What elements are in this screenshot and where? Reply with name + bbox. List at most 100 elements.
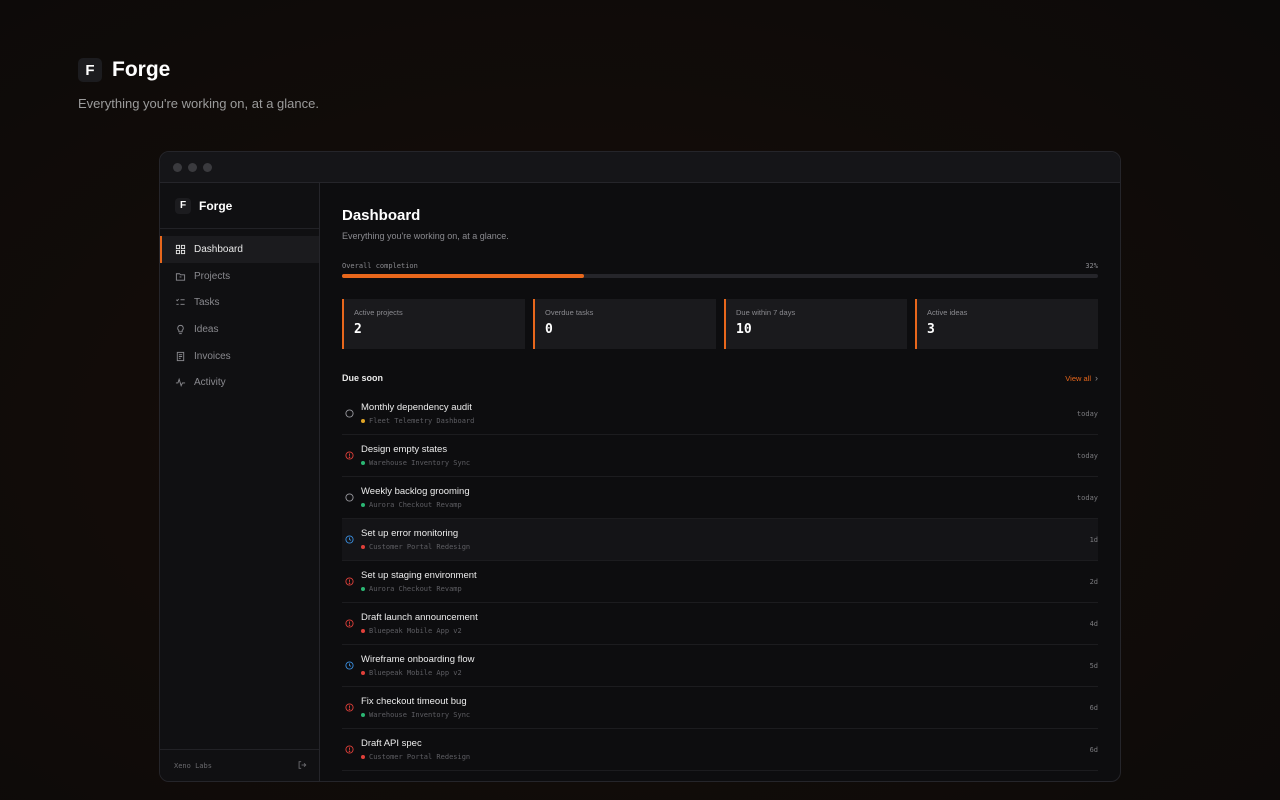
stat-value: 3 (927, 322, 935, 337)
task-body: Monthly dependency audit Fleet Telemetry … (361, 402, 1077, 425)
todo-circle-icon[interactable] (342, 491, 356, 505)
task-project-name: Bluepeak Mobile App v2 (369, 669, 462, 677)
task-project-name: Customer Portal Redesign (369, 753, 471, 761)
task-project-name: Customer Portal Redesign (369, 543, 471, 551)
task-name: Fix checkout timeout bug (361, 696, 467, 707)
alert-circle-icon[interactable] (342, 743, 356, 757)
stat-card[interactable]: Active ideas 3 (915, 299, 1098, 349)
task-due: 6d (1089, 703, 1098, 712)
sidebar-item-projects[interactable]: Projects (160, 263, 319, 290)
task-row[interactable]: Monthly dependency audit Fleet Telemetry … (342, 393, 1098, 435)
alert-circle-icon[interactable] (342, 449, 356, 463)
stat-card[interactable]: Overdue tasks 0 (533, 299, 716, 349)
clock-circle-icon[interactable] (342, 533, 356, 547)
stat-label: Due within 7 days (736, 308, 796, 317)
page-title: Dashboard (342, 207, 421, 224)
task-row[interactable]: Weekly backlog grooming Aurora Checkout R… (342, 477, 1098, 519)
task-due: 6d (1089, 745, 1098, 754)
logout-icon[interactable] (297, 757, 307, 775)
project-color-dot (361, 671, 365, 675)
sidebar-brand-name: Forge (199, 198, 233, 213)
sidebar-item-label: Ideas (194, 323, 219, 335)
due-soon-title: Due soon (342, 373, 384, 383)
page-subtitle: Everything you're working on, at a glanc… (342, 231, 509, 241)
sidebar-item-label: Dashboard (194, 243, 243, 255)
task-body: Design empty states Warehouse Inventory S… (361, 444, 1077, 467)
stat-value: 10 (736, 322, 752, 337)
task-row[interactable]: Wireframe onboarding flow Bluepeak Mobile… (342, 645, 1098, 687)
task-project-name: Aurora Checkout Revamp (369, 501, 462, 509)
hero-brand: F Forge (78, 58, 319, 82)
project-color-dot (361, 587, 365, 591)
task-project-name: Bluepeak Mobile App v2 (369, 627, 462, 635)
app-window: F Forge Dashboard Projects Tasks Ideas Invoi… (159, 151, 1121, 782)
checklist-icon (175, 297, 186, 308)
sidebar-item-invoices[interactable]: Invoices (160, 343, 319, 370)
stats-row: Active projects 2 Overdue tasks 0 Due within… (342, 299, 1098, 349)
task-project-name: Warehouse Inventory Sync (369, 459, 471, 467)
task-body: Fix checkout timeout bug Warehouse Invent… (361, 696, 1090, 719)
task-body: Weekly backlog grooming Aurora Checkout R… (361, 486, 1077, 509)
grid-icon (175, 244, 186, 255)
task-body: Draft API spec Customer Portal Redesign (361, 738, 1090, 761)
stat-card[interactable]: Due within 7 days 10 (724, 299, 907, 349)
task-project-name: Aurora Checkout Revamp (369, 585, 462, 593)
stat-label: Active projects (354, 308, 403, 317)
project-color-dot (361, 545, 365, 549)
clock-circle-icon[interactable] (342, 659, 356, 673)
task-row[interactable]: Fix checkout timeout bug Warehouse Invent… (342, 687, 1098, 729)
alert-circle-icon[interactable] (342, 701, 356, 715)
window-minimize-dot[interactable] (188, 162, 197, 172)
sidebar-item-activity[interactable]: Activity (160, 369, 319, 396)
task-due: 4d (1089, 619, 1098, 628)
task-project: Customer Portal Redesign (361, 753, 1090, 761)
sidebar-item-label: Projects (194, 270, 231, 282)
stat-label: Overdue tasks (545, 308, 594, 317)
task-body: Draft launch announcement Bluepeak Mobile… (361, 612, 1090, 635)
pulse-icon (175, 377, 186, 388)
project-color-dot (361, 629, 365, 633)
window-titlebar (160, 152, 1120, 183)
task-row[interactable]: Set up staging environment Aurora Checkou… (342, 561, 1098, 603)
task-name: Set up error monitoring (361, 528, 459, 539)
task-due: 1d (1089, 535, 1098, 544)
task-name: Design empty states (361, 444, 448, 455)
sidebar-item-dashboard[interactable]: Dashboard (160, 236, 319, 263)
alert-circle-icon[interactable] (342, 575, 356, 589)
task-row[interactable]: Draft API spec Customer Portal Redesign 6d (342, 729, 1098, 771)
stat-card[interactable]: Active projects 2 (342, 299, 525, 349)
window-maximize-dot[interactable] (203, 162, 212, 172)
progress-value: 32% (1085, 262, 1098, 270)
stat-value: 0 (545, 322, 553, 337)
task-project-name: Fleet Telemetry Dashboard (369, 417, 475, 425)
document-icon (175, 351, 186, 362)
task-row[interactable]: Draft launch announcement Bluepeak Mobile… (342, 603, 1098, 645)
view-all-link[interactable]: View all › (1065, 373, 1098, 383)
task-row[interactable]: Design empty states Warehouse Inventory S… (342, 435, 1098, 477)
lightbulb-icon (175, 324, 186, 335)
sidebar-nav: Dashboard Projects Tasks Ideas Invoices Activ… (160, 236, 319, 396)
sidebar: F Forge Dashboard Projects Tasks Ideas Invoi… (160, 183, 320, 781)
task-name: Draft launch announcement (361, 612, 478, 623)
project-color-dot (361, 461, 365, 465)
stat-value: 2 (354, 322, 362, 337)
task-project-name: Warehouse Inventory Sync (369, 711, 471, 719)
main-content: Dashboard Everything you're working on, … (320, 183, 1120, 781)
alert-circle-icon[interactable] (342, 617, 356, 631)
folder-icon (175, 271, 186, 282)
task-name: Monthly dependency audit (361, 402, 472, 413)
sidebar-item-label: Activity (194, 377, 226, 389)
todo-circle-icon[interactable] (342, 407, 356, 421)
forge-logo-icon: F (78, 58, 102, 82)
sidebar-item-tasks[interactable]: Tasks (160, 289, 319, 316)
task-name: Draft API spec (361, 738, 422, 749)
task-project: Warehouse Inventory Sync (361, 459, 1077, 467)
task-row[interactable]: Set up error monitoring Customer Portal R… (342, 519, 1098, 561)
task-body: Wireframe onboarding flow Bluepeak Mobile… (361, 654, 1090, 677)
sidebar-brand[interactable]: F Forge (160, 183, 319, 229)
task-body: Set up staging environment Aurora Checkou… (361, 570, 1090, 593)
sidebar-item-ideas[interactable]: Ideas (160, 316, 319, 343)
window-close-dot[interactable] (173, 162, 182, 172)
progress-bar (342, 274, 1098, 278)
org-name: Xeno Labs (174, 761, 212, 770)
